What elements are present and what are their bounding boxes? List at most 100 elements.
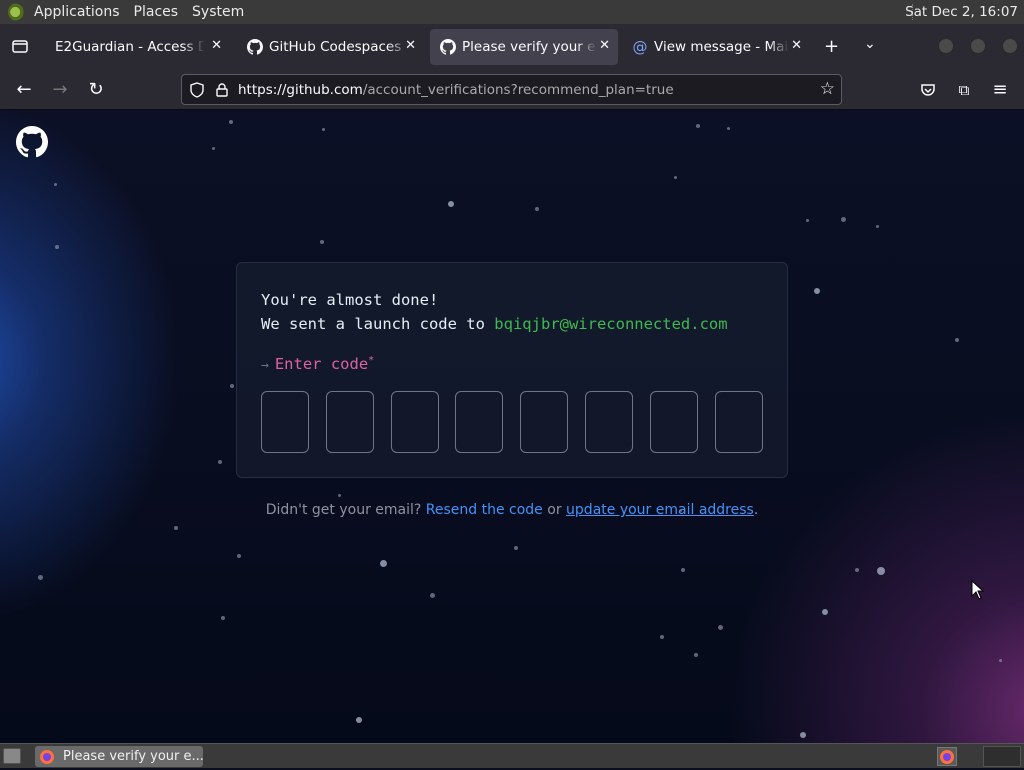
tab-label: Please verify your email	[462, 39, 597, 55]
star	[338, 494, 341, 497]
star	[660, 635, 664, 639]
tab-close-icon[interactable]: ✕	[405, 38, 416, 53]
star	[806, 219, 809, 222]
url-path: /account_verifications?recommend_plan=tr…	[362, 81, 674, 98]
system-panel: Applications Places System Sat Dec 2, 16…	[0, 0, 1024, 24]
tab-label: E2Guardian - Access Denied	[55, 39, 205, 55]
code-digit-5[interactable]	[520, 391, 568, 453]
star	[674, 176, 677, 179]
resend-code-link[interactable]: Resend the code	[426, 502, 543, 518]
star	[237, 554, 241, 558]
forward-icon[interactable]: →	[48, 78, 72, 102]
star	[877, 567, 885, 575]
star	[694, 653, 698, 657]
star	[55, 245, 59, 249]
bookmark-star-icon[interactable]: ☆	[820, 79, 835, 99]
navigation-bar: ← → ↻ https://github.com/account_verific…	[0, 70, 1024, 110]
menu-applications[interactable]: Applications	[34, 4, 120, 20]
star	[727, 127, 730, 130]
card-heading: You're almost done!	[261, 291, 439, 309]
star	[380, 560, 387, 567]
tab-close-icon[interactable]: ✕	[211, 38, 222, 53]
card-sent-line: We sent a launch code to bqiqjbr@wirecon…	[261, 315, 728, 333]
star	[229, 120, 233, 124]
taskbar-window-label: Please verify your e...	[63, 749, 203, 764]
enter-code-label: → Enter code*	[261, 355, 374, 373]
star	[174, 526, 178, 530]
taskbar-window-button[interactable]: Please verify your e...	[35, 746, 203, 767]
lock-icon[interactable]	[216, 82, 228, 97]
menu-system[interactable]: System	[192, 4, 244, 20]
firefox-launcher-icon[interactable]	[937, 747, 957, 766]
tab-mail-tm[interactable]: @ View message - Mail.tm ✕	[622, 29, 810, 65]
verification-card: You're almost done! We sent a launch cod…	[236, 262, 788, 478]
code-digit-1[interactable]	[261, 391, 309, 453]
star	[955, 338, 959, 342]
show-desktop-icon[interactable]	[3, 748, 21, 764]
github-icon	[247, 39, 263, 55]
star	[822, 609, 828, 615]
star	[448, 201, 454, 207]
system-logo-icon[interactable]	[8, 3, 26, 21]
code-digit-3[interactable]	[391, 391, 439, 453]
required-mark: *	[368, 355, 375, 366]
menu-places[interactable]: Places	[134, 4, 179, 20]
star	[535, 207, 539, 211]
star	[514, 546, 518, 550]
new-tab-icon[interactable]: +	[824, 36, 839, 57]
star	[855, 568, 859, 572]
tab-bar: E2Guardian - Access Denied ✕ GitHub Code…	[0, 24, 1024, 70]
code-digit-8[interactable]	[715, 391, 763, 453]
star	[800, 732, 806, 738]
github-icon	[440, 39, 456, 55]
star	[322, 128, 325, 131]
star	[681, 568, 685, 572]
footer-text: Didn't get your email?	[265, 502, 426, 518]
maximize-button[interactable]	[970, 38, 986, 54]
code-digit-4[interactable]	[455, 391, 503, 453]
enter-code-text: Enter code	[274, 355, 369, 374]
star	[230, 384, 234, 388]
firefox-icon	[40, 749, 54, 764]
star	[696, 124, 700, 128]
taskbar: Please verify your e...	[0, 743, 1024, 768]
tab-list-icon[interactable]	[11, 37, 29, 55]
star	[212, 147, 215, 150]
code-digit-7[interactable]	[650, 391, 698, 453]
tab-close-icon[interactable]: ✕	[791, 38, 802, 53]
tab-close-icon[interactable]: ✕	[599, 38, 610, 53]
url-bar[interactable]: https://github.com/account_verifications…	[181, 74, 842, 105]
shield-icon[interactable]	[190, 81, 204, 98]
sent-text: We sent a launch code to	[261, 315, 495, 333]
mouse-pointer-icon	[971, 580, 985, 600]
tab-label: GitHub Codespaces · GitHub	[269, 39, 409, 55]
star	[430, 593, 435, 598]
chevron-down-icon[interactable]: ⌄	[864, 36, 876, 52]
star	[54, 183, 57, 186]
minimize-button[interactable]	[938, 38, 954, 54]
star	[718, 625, 723, 630]
tab-e2guardian[interactable]: E2Guardian - Access Denied ✕	[45, 29, 230, 65]
star	[841, 217, 846, 222]
at-icon: @	[632, 38, 648, 56]
star	[221, 616, 225, 620]
hamburger-menu-icon[interactable]: ≡	[988, 78, 1012, 102]
close-window-button[interactable]	[1002, 38, 1018, 54]
pocket-icon[interactable]	[916, 78, 940, 102]
star	[356, 717, 362, 723]
code-digit-2[interactable]	[326, 391, 374, 453]
resend-footer: Didn't get your email? Resend the code o…	[0, 502, 1024, 518]
workspace-switcher[interactable]	[983, 746, 1021, 767]
tab-github-codespaces[interactable]: GitHub Codespaces · GitHub ✕	[237, 29, 424, 65]
star	[38, 575, 43, 580]
star	[814, 288, 820, 294]
reload-icon[interactable]: ↻	[84, 78, 108, 102]
github-logo-icon[interactable]	[16, 126, 48, 158]
code-digit-6[interactable]	[585, 391, 633, 453]
update-email-link[interactable]: update your email address	[566, 502, 754, 518]
clock[interactable]: Sat Dec 2, 16:07	[905, 4, 1018, 20]
star	[218, 460, 222, 464]
back-icon[interactable]: ←	[12, 78, 36, 102]
tab-verify-email[interactable]: Please verify your email ✕	[430, 29, 618, 65]
extensions-icon[interactable]: ⧉	[952, 78, 976, 102]
